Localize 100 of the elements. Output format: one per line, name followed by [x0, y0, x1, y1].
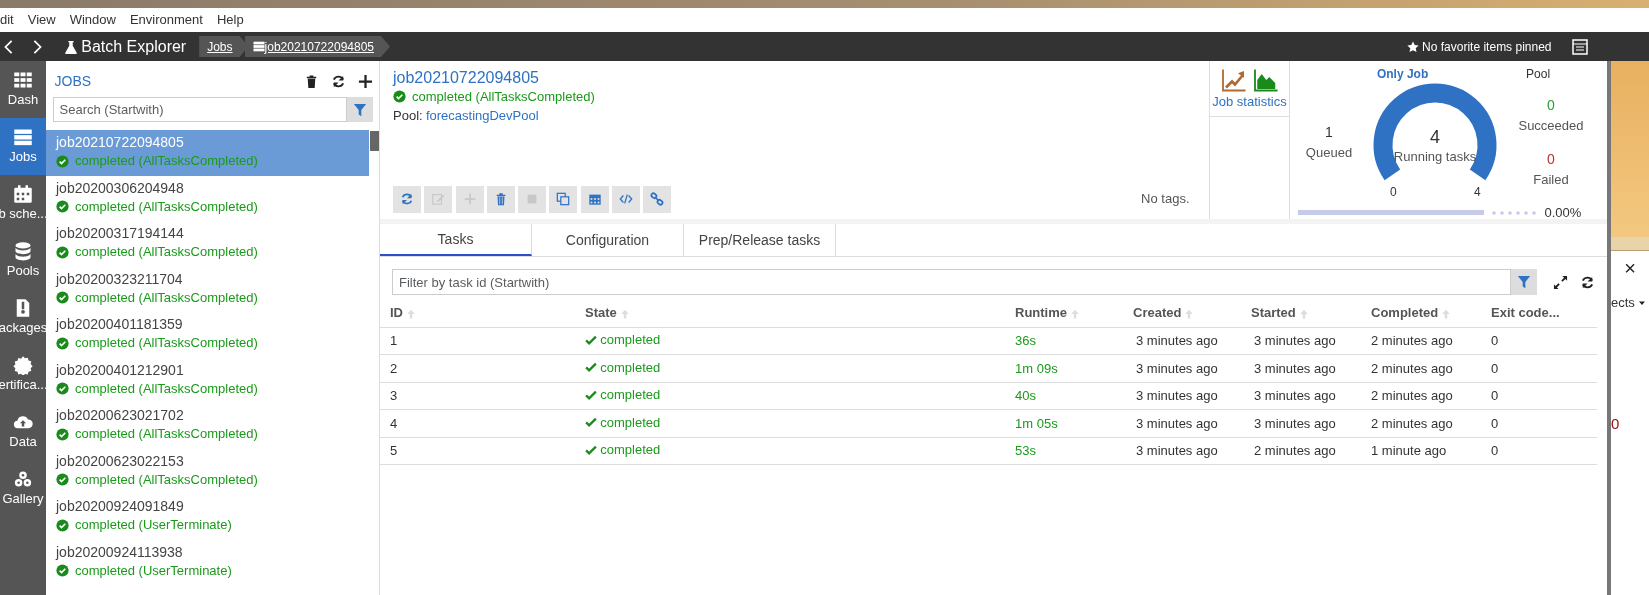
queued-label: Queued	[1305, 143, 1353, 162]
check-circle-icon	[56, 564, 69, 577]
menu-item[interactable]: Help	[216, 10, 244, 30]
job-list-item[interactable]: job20200401212901 completed (AllTasksCompleted)	[46, 357, 379, 403]
plus-icon	[462, 192, 477, 206]
check-circle-icon	[56, 382, 69, 395]
sidebar-item[interactable]: Gallery	[0, 460, 46, 517]
pool-label: Pool:	[393, 106, 423, 125]
job-list-item[interactable]: job20200623022153 completed (AllTasksCompleted)	[46, 448, 379, 494]
job-list-item[interactable]: job20200924113938 completed (UserTerminate)	[46, 539, 379, 585]
status-text: completed (AllTasksCompleted)	[412, 87, 595, 106]
sidebar-item[interactable]: Data	[0, 403, 46, 460]
job-title-link[interactable]: job20210722094805	[393, 67, 1196, 88]
check-circle-icon	[56, 427, 69, 441]
filter-icon	[1517, 275, 1531, 289]
window-titlebar	[1611, 237, 1649, 251]
menu-item[interactable]: dit	[0, 10, 14, 30]
link-icon	[650, 192, 664, 206]
table-cell: 2 minutes ago	[1361, 327, 1481, 355]
job-list-item[interactable]: job20200401181359 completed (AllTasksCompleted)	[46, 312, 379, 358]
toolbar-button[interactable]	[643, 185, 671, 213]
gauge-tab[interactable]: Only Job	[1376, 65, 1429, 83]
menu-item[interactable]: View	[27, 10, 56, 30]
toolbar-button[interactable]	[549, 185, 578, 213]
scrollbar-thumb	[370, 131, 379, 151]
sidebar-item[interactable]: b sche...	[0, 175, 46, 232]
stop-icon	[525, 192, 539, 206]
check-circle-icon	[56, 473, 69, 486]
check-icon	[585, 416, 597, 429]
table-cell: 3 minutes ago	[1123, 327, 1241, 355]
failed-count: 0	[1547, 149, 1555, 169]
menu-item[interactable]: Window	[69, 10, 116, 30]
area-chart-icon	[1251, 67, 1281, 92]
sort-arrow-icon	[406, 308, 416, 319]
search-field[interactable]: Search (Startwith)	[52, 97, 347, 122]
job-statistics-link[interactable]: Job statistics	[1210, 61, 1289, 117]
expand-icon[interactable]	[1553, 274, 1568, 290]
table-cell: 36s	[1005, 327, 1123, 355]
table-row[interactable]: 5 completed 53s 3 minutes ago 2 minutes ago 1 minute ago 0	[380, 437, 1597, 465]
sidebar-item[interactable]: Pools	[0, 232, 46, 289]
column-header[interactable]: ID	[380, 299, 575, 327]
succeeded-label: Succeeded	[1518, 117, 1584, 135]
sort-arrow-icon	[1070, 308, 1080, 319]
table-cell: 1 minute ago	[1361, 437, 1481, 465]
table-cell: completed	[575, 409, 1005, 437]
filter-button[interactable]	[346, 97, 373, 122]
column-header[interactable]: Created	[1123, 299, 1241, 327]
table-cell: 2 minutes ago	[1241, 437, 1361, 465]
job-list-item[interactable]: job20200306204948 completed (AllTasksCompleted)	[46, 175, 379, 221]
succeeded-count: 0	[1547, 96, 1555, 115]
table-cell: 0	[1481, 327, 1597, 355]
table-row[interactable]: 3 completed 40s 3 minutes ago 3 minutes ago 2 minutes ago 0	[380, 382, 1597, 410]
queued-count: 1	[1325, 122, 1333, 142]
table-cell: 5	[380, 437, 575, 465]
job-list-item[interactable]: job20200623021702 completed (AllTasksCompleted)	[46, 403, 379, 449]
column-header[interactable]: Runtime	[1005, 299, 1123, 327]
gauge-tab[interactable]: Pool	[1526, 65, 1551, 83]
filter-field[interactable]: Filter by task id (Startwith)	[392, 269, 1511, 295]
check-icon	[585, 388, 597, 401]
menu-item[interactable]: Environment	[129, 10, 203, 30]
panel-title: JOBS	[53, 71, 93, 91]
table-cell: completed	[575, 382, 1005, 410]
flask-icon	[64, 39, 78, 54]
toolbar-button[interactable]	[611, 185, 640, 213]
code-icon	[618, 192, 633, 206]
tags-text: No tags.	[1141, 190, 1190, 209]
check-icon	[585, 333, 597, 346]
job-list-item[interactable]: job20200317194144 completed (AllTasksCompleted)	[46, 221, 379, 267]
toolbar-button[interactable]	[486, 185, 515, 213]
refresh-icon	[400, 192, 414, 206]
column-header[interactable]: State	[575, 299, 1005, 327]
table-cell: completed	[575, 437, 1005, 465]
sidebar-item[interactable]: Dash	[0, 61, 46, 118]
tab[interactable]: Tasks	[380, 224, 532, 256]
toolbar-button[interactable]	[580, 185, 609, 213]
column-header[interactable]: Exit code...	[1481, 299, 1597, 327]
refresh-icon[interactable]	[330, 73, 346, 89]
table-row[interactable]: 4 completed 1m 05s 3 minutes ago 3 minutes ago 2 minutes ago 0	[380, 409, 1597, 437]
table-row[interactable]: 1 completed 36s 3 minutes ago 3 minutes ago 2 minutes ago 0	[380, 327, 1597, 355]
table-row[interactable]: 2 completed 1m 09s 3 minutes ago 3 minutes ago 2 minutes ago 0	[380, 354, 1597, 382]
table-cell: 0	[1481, 354, 1597, 382]
app-title: Batch Explorer	[81, 36, 187, 57]
job-list-item[interactable]: job20200323211704 completed (AllTasksCompleted)	[46, 266, 379, 312]
refresh-icon[interactable]	[1580, 274, 1595, 290]
breadcrumb-link[interactable]: job20210722094805	[244, 36, 390, 57]
panel-icon[interactable]	[1571, 38, 1589, 55]
sidebar-item[interactable]: Jobs	[0, 118, 46, 175]
sidebar-item[interactable]: ackages	[0, 289, 46, 346]
toolbar-button[interactable]	[393, 185, 421, 213]
column-header[interactable]: Completed	[1361, 299, 1481, 327]
table-cell: 3 minutes ago	[1123, 437, 1241, 465]
job-list-item[interactable]: job20200924091849 completed (UserTerminate)	[46, 494, 379, 540]
close-button[interactable]: ×	[1611, 257, 1649, 279]
plus-icon[interactable]	[357, 73, 373, 89]
pool-link[interactable]: forecastingDevPool	[425, 105, 539, 125]
list-icon	[252, 41, 265, 52]
filter-button[interactable]	[1511, 269, 1537, 295]
column-header[interactable]: Started	[1241, 299, 1361, 327]
check-circle-icon	[56, 291, 69, 304]
table-cell: 3 minutes ago	[1241, 327, 1361, 355]
